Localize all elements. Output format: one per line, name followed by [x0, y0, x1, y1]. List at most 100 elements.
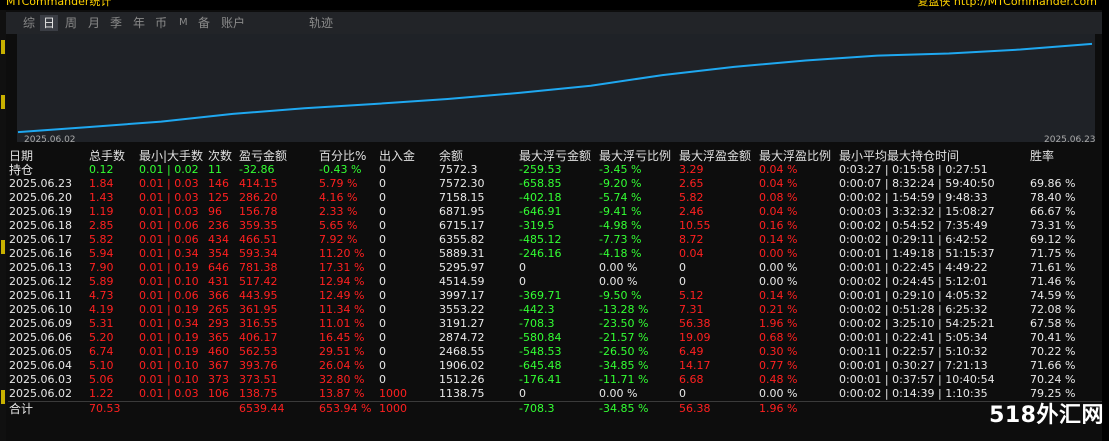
- row-lots: 7.90: [89, 261, 114, 274]
- row-pct: 11.20 %: [319, 247, 365, 260]
- tab-notes[interactable]: 备: [195, 15, 213, 31]
- row-pct: 26.04 %: [319, 359, 365, 372]
- row-max-float-loss: -645.48: [519, 359, 562, 372]
- tab-magic[interactable]: M: [176, 15, 191, 31]
- row-hold-time: 0:00:02 | 0:14:39 | 1:10:35: [839, 387, 988, 400]
- row-deposit: 0: [379, 317, 386, 330]
- tab-quarterly[interactable]: 季: [107, 15, 125, 31]
- row-date: 2025.06.09: [9, 317, 72, 330]
- row-date: 2025.06.05: [9, 345, 72, 358]
- col-header-balance: 余额: [439, 149, 464, 163]
- price-marker: [1, 240, 5, 254]
- row-hold-time: 0:00:03 | 3:32:32 | 15:08:27: [839, 205, 995, 218]
- row-count: 265: [208, 303, 229, 316]
- row-pnl: 373.51: [239, 373, 278, 386]
- col-header-hold-time: 最小平均最大持仓时间: [839, 149, 960, 163]
- row-win-rate: 69.12 %: [1030, 233, 1076, 246]
- total-lots: 70.53: [89, 402, 121, 415]
- col-header-win-rate: 胜率: [1030, 149, 1055, 163]
- row-max-float-loss-pct: -21.57 %: [599, 331, 649, 344]
- row-date: 2025.06.06: [9, 331, 72, 344]
- row-max-float-profit: 0: [679, 275, 686, 288]
- tab-yearly[interactable]: 年: [130, 15, 148, 31]
- row-max-float-loss: 0: [519, 261, 526, 274]
- col-header-max-float-loss-pct: 最大浮亏比例: [599, 149, 672, 163]
- row-max-float-loss: -369.71: [519, 289, 562, 302]
- row-pnl: 593.34: [239, 247, 278, 260]
- row-lots: 5.89: [89, 275, 114, 288]
- x-axis-end-label: 2025.06.23: [1044, 135, 1096, 145]
- row-max-float-profit: 19.09: [679, 331, 711, 344]
- col-header-date: 日期: [9, 149, 34, 163]
- tab-summary[interactable]: 综: [20, 15, 38, 31]
- row-hold-time: 0:00:02 | 0:54:52 | 7:35:49: [839, 219, 988, 232]
- row-max-float-loss-pct: -34.85 %: [599, 359, 649, 372]
- row-hold-time: 0:00:01 | 0:29:10 | 4:05:32: [839, 289, 988, 302]
- row-deposit: 0: [379, 247, 386, 260]
- table-row: 2025.06.12 5.89 0.01 | 0.10 431 517.42 12.94 …: [8, 275, 1102, 289]
- row-count: 373: [208, 373, 229, 386]
- row-max-float-loss: -580.84: [519, 331, 562, 344]
- row-pct: 13.87 %: [319, 387, 365, 400]
- row-deposit: 1000: [379, 387, 407, 400]
- tab-trajectory[interactable]: 轨迹: [306, 15, 336, 31]
- row-pct: 16.45 %: [319, 331, 365, 344]
- tab-monthly[interactable]: 月: [85, 15, 103, 31]
- row-lots: 1.84: [89, 177, 114, 190]
- row-date: 2025.06.03: [9, 373, 72, 386]
- row-hold-time: 0:00:01 | 0:22:41 | 5:05:34: [839, 331, 988, 344]
- x-axis-start-label: 2025.06.02: [24, 135, 76, 145]
- row-pnl: 359.35: [239, 219, 278, 232]
- row-date: 2025.06.17: [9, 233, 72, 246]
- row-max-float-loss: -442.3: [519, 303, 555, 316]
- row-win-rate: 66.67 %: [1030, 205, 1076, 218]
- row-lots: 4.73: [89, 289, 114, 302]
- row-date: 2025.06.13: [9, 261, 72, 274]
- row-max-float-profit-pct: 0.04 %: [759, 177, 798, 190]
- row-max-float-loss: -246.16: [519, 247, 562, 260]
- brand-link[interactable]: 复盘侠 http://MTCommander.com: [917, 0, 1097, 9]
- row-max-float-profit-pct: 0.48 %: [759, 373, 798, 386]
- col-header-max-float-profit-pct: 最大浮盈比例: [759, 149, 832, 163]
- holding-label: 持仓: [9, 163, 34, 177]
- row-max-float-loss-pct: -9.41 %: [599, 205, 642, 218]
- row-balance: 2874.72: [439, 331, 485, 344]
- holding-hold-time: 0:03:27 | 0:15:58 | 0:27:51: [839, 163, 988, 176]
- row-count: 431: [208, 275, 229, 288]
- tab-weekly[interactable]: 周: [62, 15, 80, 31]
- row-lots: 6.74: [89, 345, 114, 358]
- tab-account[interactable]: 账户: [218, 15, 248, 31]
- tab-symbol[interactable]: 币: [152, 15, 170, 31]
- col-header-pnl: 盈亏金额: [239, 149, 288, 163]
- col-header-count: 次数: [208, 149, 233, 163]
- row-max-float-profit-pct: 0.77 %: [759, 359, 798, 372]
- row-hold-time: 0:00:11 | 0:22:57 | 5:10:32: [839, 345, 988, 358]
- row-count: 366: [208, 289, 229, 302]
- row-balance: 5295.97: [439, 261, 485, 274]
- row-count: 434: [208, 233, 229, 246]
- holding-deposit: 0: [379, 163, 386, 176]
- row-count: 106: [208, 387, 229, 400]
- row-pnl: 361.95: [239, 303, 278, 316]
- tab-daily[interactable]: 日: [40, 15, 59, 31]
- row-hold-time: 0:00:02 | 0:51:28 | 6:25:32: [839, 303, 988, 316]
- row-max-float-profit-pct: 0.16 %: [759, 219, 798, 232]
- total-row: 合计 70.53 6539.44 653.94 % 1000 -708.3 -3…: [8, 401, 1102, 416]
- row-max-float-loss-pct: -9.20 %: [599, 177, 642, 190]
- row-max-float-loss-pct: 0.00 %: [599, 261, 638, 274]
- table-row: 2025.06.03 5.06 0.01 | 0.10 373 373.51 32.80 …: [8, 373, 1102, 387]
- row-max-float-profit: 7.31: [679, 303, 704, 316]
- price-marker: [1, 95, 5, 109]
- row-date: 2025.06.11: [9, 289, 72, 302]
- total-max-float-profit-pct: 1.96 %: [759, 402, 798, 415]
- row-pnl: 393.76: [239, 359, 278, 372]
- row-lots: 5.06: [89, 373, 114, 386]
- row-count: 365: [208, 331, 229, 344]
- row-lots: 5.10: [89, 359, 114, 372]
- row-hold-time: 0:00:02 | 3:25:10 | 54:25:21: [839, 317, 995, 330]
- row-balance: 1906.02: [439, 359, 485, 372]
- row-hold-time: 0:00:01 | 0:30:27 | 7:21:13: [839, 359, 988, 372]
- row-pct: 5.79 %: [319, 177, 358, 190]
- row-max-float-profit-pct: 0.21 %: [759, 303, 798, 316]
- app-title: MTCommander统计: [6, 0, 112, 8]
